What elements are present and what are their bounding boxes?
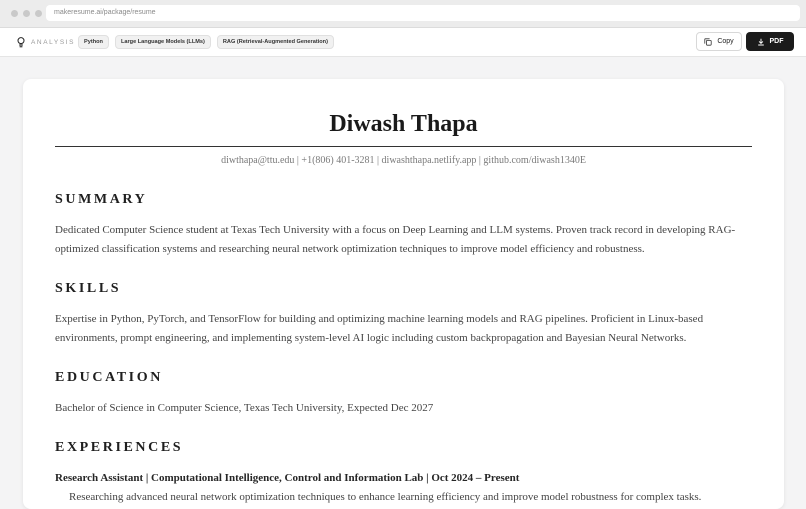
brand-label: ANALYSIS (31, 39, 76, 46)
experiences-heading: EXPERIENCES (55, 440, 184, 455)
copy-label: Copy (717, 38, 734, 45)
window-controls (11, 10, 42, 17)
summary-heading: SUMMARY (55, 192, 148, 207)
minimize-window-dot[interactable] (23, 10, 30, 17)
summary-text: Dedicated Computer Science student at Te… (55, 224, 736, 255)
job-title: Research Assistant | Computational Intel… (55, 472, 520, 484)
skills-text: Expertise in Python, PyTorch, and Tensor… (55, 313, 704, 344)
contact-line: diwthapa@ttu.edu | +1(806) 401-3281 | di… (221, 155, 586, 166)
resume-document: Diwash Thapa diwthapa@ttu.edu | +1(806) … (23, 79, 784, 509)
copy-icon (704, 37, 712, 46)
resume-name: Diwash Thapa (329, 111, 478, 137)
skills-heading: SKILLS (55, 281, 122, 296)
education-heading: EDUCATION (55, 370, 163, 385)
tag-rag[interactable]: RAG (Retrieval-Augmented Generation) (216, 35, 334, 49)
download-icon (757, 38, 764, 46)
pdf-download-button[interactable]: PDF (746, 32, 794, 51)
address-bar[interactable]: makeresume.ai/package/resume (46, 5, 800, 21)
brand: ANALYSIS (17, 37, 75, 48)
bulb-icon (17, 37, 25, 48)
app-toolbar: ANALYSIS Python Large Language Models (L… (0, 28, 806, 57)
keyword-tags: Python Large Language Models (LLMs) RAG … (78, 35, 334, 49)
tag-python[interactable]: Python (78, 35, 109, 49)
browser-chrome: makeresume.ai/package/resume (0, 0, 806, 28)
pdf-label: PDF (769, 38, 784, 45)
maximize-window-dot[interactable] (35, 10, 42, 17)
header-divider (55, 146, 752, 147)
close-window-dot[interactable] (11, 10, 18, 17)
tag-llms[interactable]: Large Language Models (LLMs) (114, 35, 211, 49)
job-bullet: Researching advanced neural network opti… (69, 491, 702, 503)
copy-button[interactable]: Copy (696, 32, 742, 51)
education-text: Bachelor of Science in Computer Science,… (55, 402, 434, 414)
